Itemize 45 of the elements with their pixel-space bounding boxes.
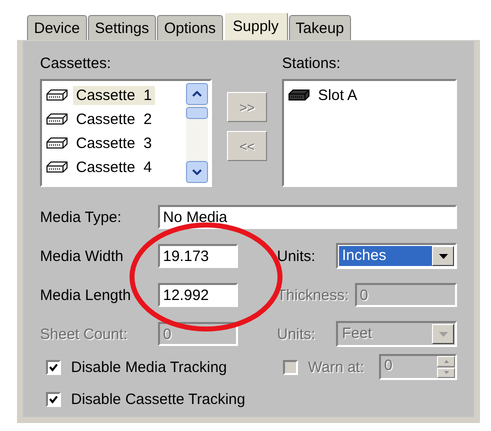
dropdown-arrow-icon	[438, 332, 448, 336]
input-field[interactable]: No Media	[158, 205, 457, 229]
field-label: Units:	[277, 326, 316, 342]
chevron-down-icon	[192, 169, 202, 175]
cassette-icon	[46, 113, 68, 125]
checkbox-label: Disable Media Tracking	[71, 358, 227, 376]
field-label: Thickness:	[277, 286, 349, 304]
cassette-icon	[46, 89, 68, 101]
checkbox[interactable]	[46, 392, 61, 406]
scrollbar[interactable]	[186, 83, 208, 183]
input-field[interactable]: 12.992	[158, 283, 238, 307]
field-label: Media Type:	[40, 208, 122, 226]
cassette-icon	[288, 89, 310, 101]
checkmark-icon	[49, 362, 58, 372]
tab[interactable]: Supply	[224, 12, 288, 40]
checkbox[interactable]	[46, 360, 61, 374]
list-item[interactable]: Cassette 2	[44, 107, 186, 131]
triangle-up-icon	[444, 360, 448, 363]
list-label: Cassettes:	[40, 55, 112, 73]
checkbox-label: Warn at:	[308, 358, 364, 376]
tab[interactable]: Device	[27, 15, 87, 40]
field-label: Media Width	[40, 248, 124, 264]
scroll-down-button[interactable]	[186, 161, 208, 183]
field-label: Units:	[277, 248, 316, 264]
checkmark-icon	[49, 394, 58, 404]
scroll-thumb[interactable]	[186, 107, 208, 119]
checkbox-label: Disable Cassette Tracking	[71, 390, 246, 408]
triangle-down-icon	[444, 371, 448, 374]
list-item[interactable]: Cassette 1	[44, 83, 186, 107]
tab[interactable]: Settings	[88, 15, 156, 40]
input-field[interactable]: 19.173	[158, 244, 238, 268]
field-label: Sheet Count:	[40, 326, 129, 342]
dropdown-arrow-icon	[438, 254, 448, 258]
scroll-up-button[interactable]	[186, 83, 208, 105]
units-dropdown[interactable]: Inches	[336, 243, 457, 269]
cassette-icon	[46, 137, 68, 149]
field-label: Media Length	[40, 286, 132, 304]
cassette-icon	[46, 161, 68, 173]
list-item[interactable]: Cassette 3	[44, 131, 186, 155]
chevron-up-icon	[192, 91, 202, 97]
list-label: Stations:	[282, 55, 342, 73]
list-item[interactable]: Cassette 4	[44, 155, 186, 179]
tab[interactable]: Takeup	[288, 15, 352, 40]
tab[interactable]: Options	[157, 15, 223, 40]
list-item[interactable]: Slot A	[286, 83, 453, 107]
